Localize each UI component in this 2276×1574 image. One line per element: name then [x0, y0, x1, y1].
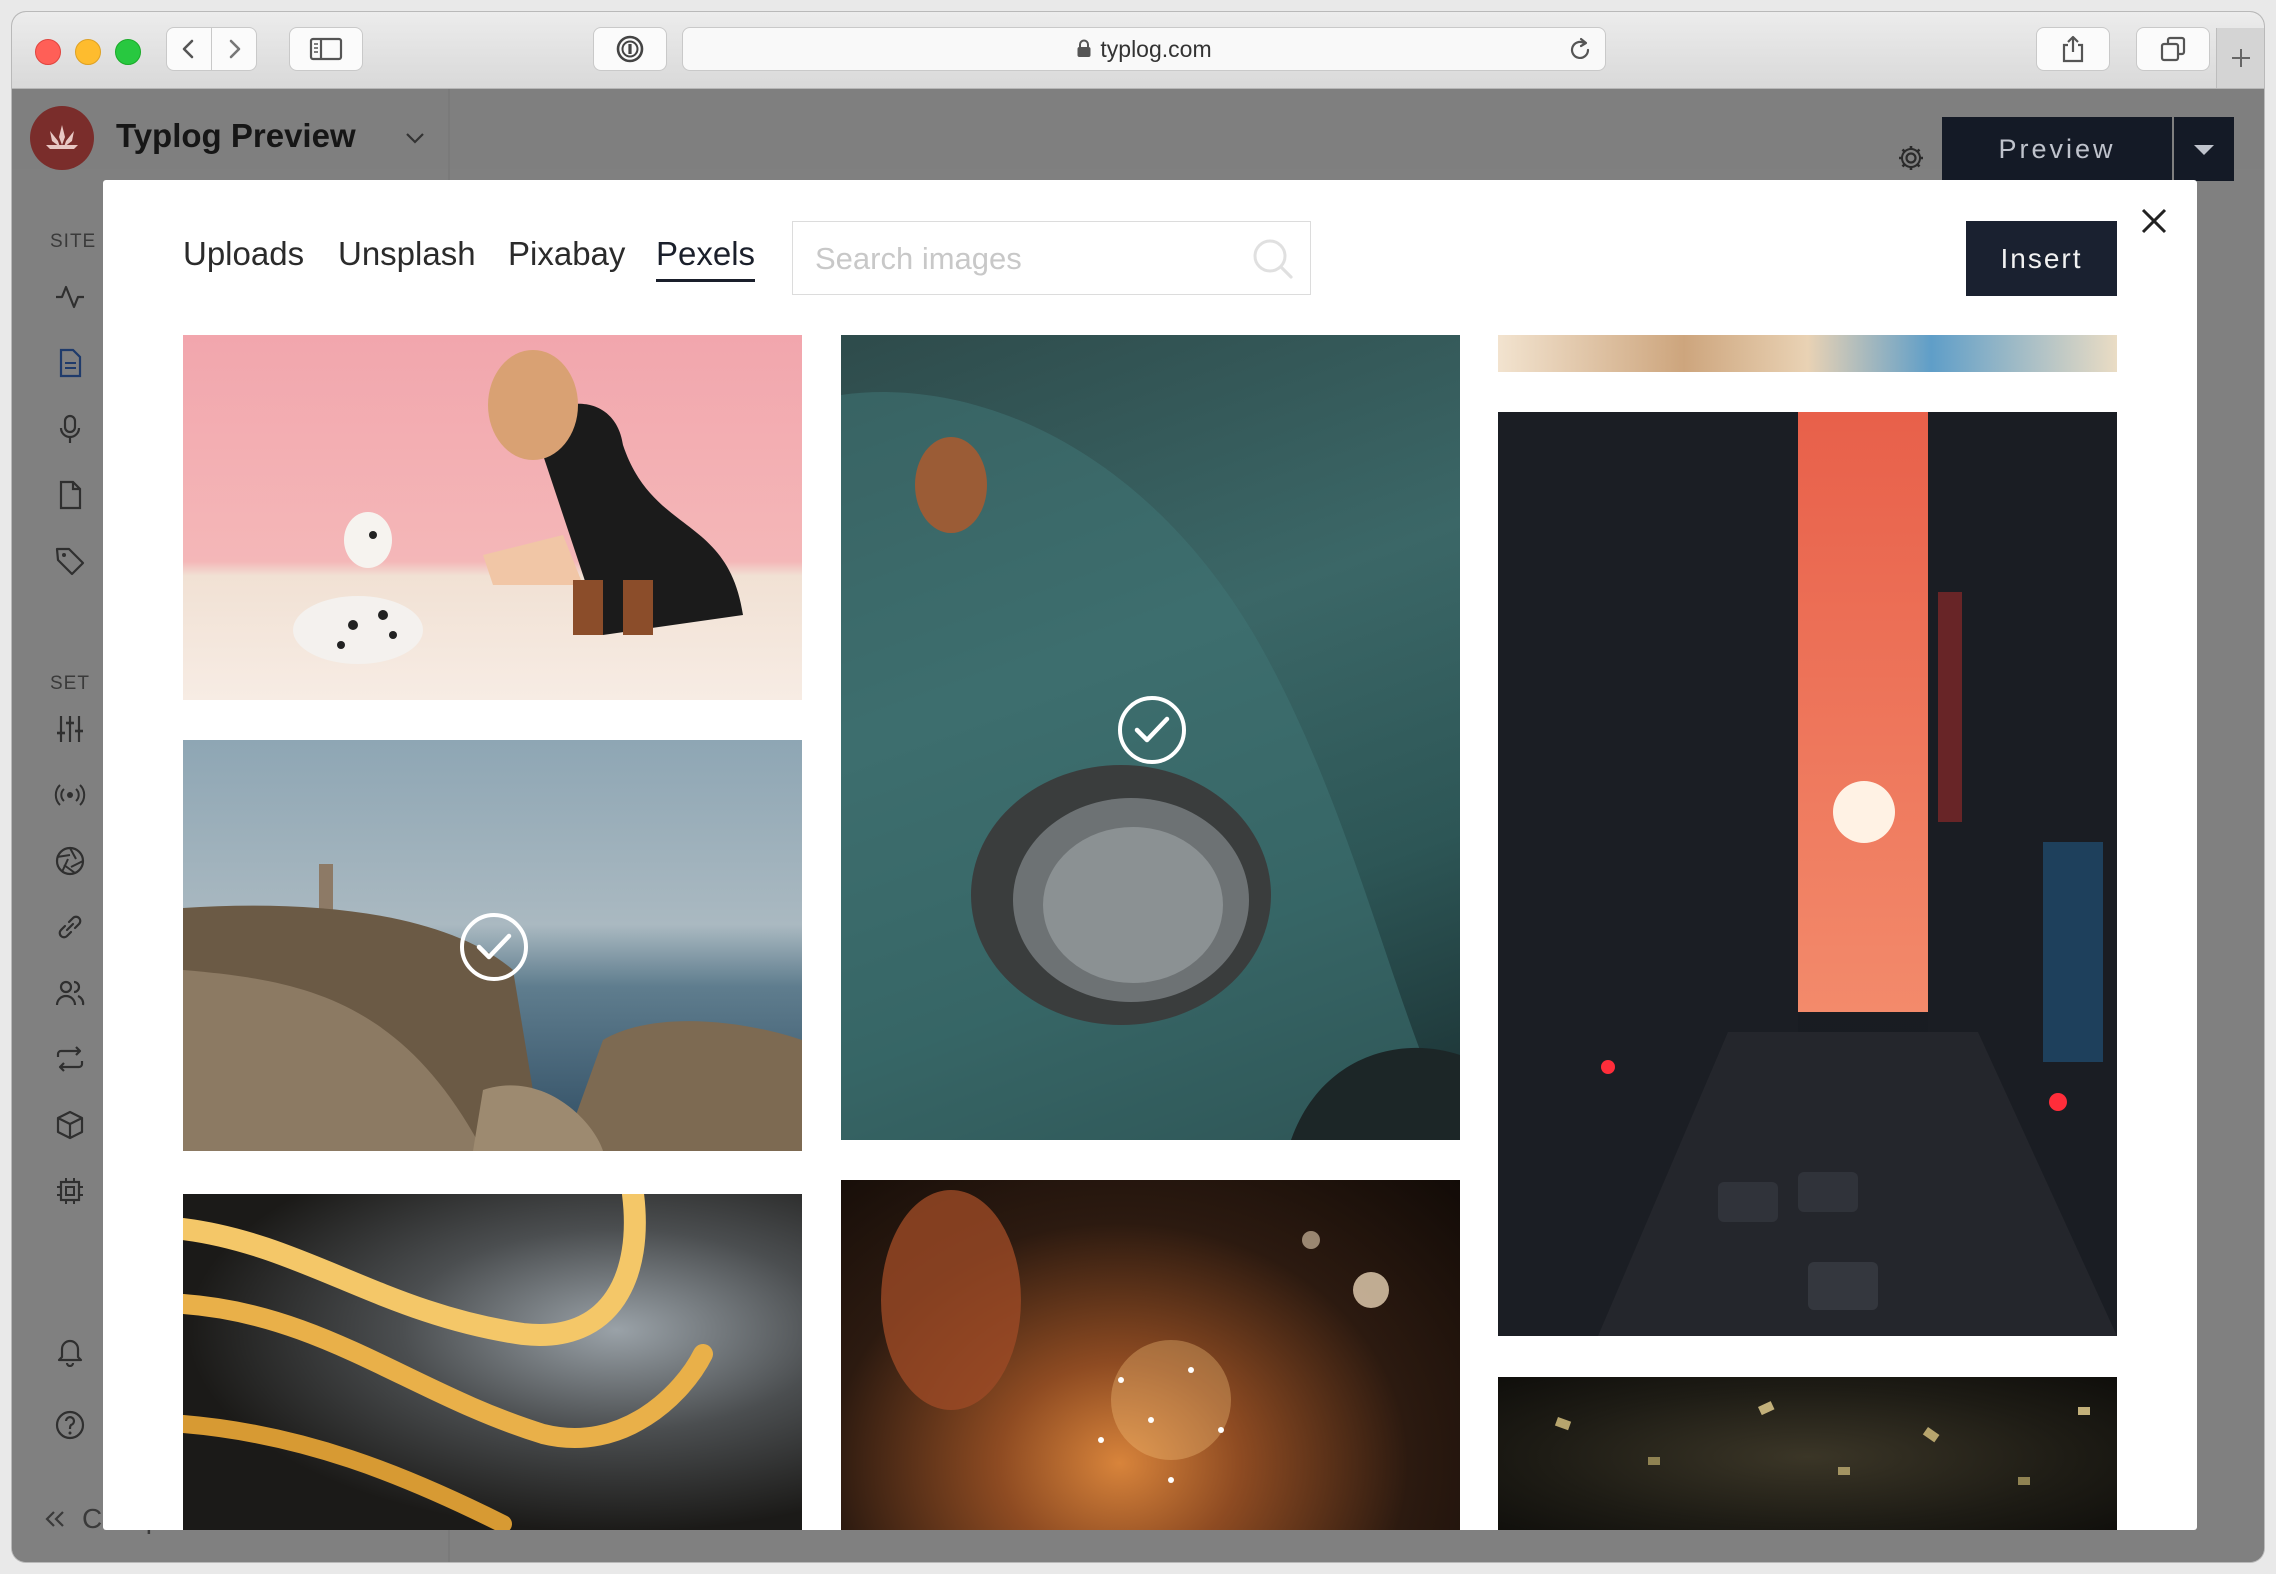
double-chevron-left-icon[interactable]: [42, 1509, 68, 1529]
box-icon[interactable]: [54, 1109, 86, 1141]
share-button[interactable]: [2036, 27, 2110, 71]
password-manager-icon: [616, 35, 644, 63]
image-cut-off-top[interactable]: [1498, 335, 2117, 372]
image-confetti[interactable]: [1498, 1377, 2117, 1530]
tab-pixabay[interactable]: Pixabay: [508, 235, 625, 273]
image-city-sunset-street[interactable]: [1498, 412, 2117, 1336]
close-icon[interactable]: [2139, 206, 2169, 236]
posts-icon[interactable]: [54, 347, 86, 379]
check-icon: [476, 933, 512, 960]
sliders-icon[interactable]: [54, 713, 86, 745]
sidebar-section-settings: SET: [50, 673, 90, 694]
light-streaks-illustration: [183, 1194, 713, 1530]
insert-button[interactable]: Insert: [1966, 221, 2117, 296]
confetti-illustration: [1554, 1401, 2090, 1485]
woman-dalmatian-illustration: [293, 350, 743, 664]
window-close-button[interactable]: [35, 39, 61, 65]
search-icon[interactable]: [1251, 237, 1295, 281]
tabs-overview-button[interactable]: [2136, 27, 2210, 71]
tab-pexels[interactable]: Pexels: [656, 235, 756, 282]
tabs-icon: [2160, 36, 2186, 62]
check-icon: [1134, 716, 1170, 743]
browser-toolbar: typlog.com: [12, 12, 2264, 89]
broadcast-icon[interactable]: [54, 779, 86, 811]
sparkler-illustration: [881, 1190, 1389, 1483]
window-minimize-button[interactable]: [75, 39, 101, 65]
help-icon[interactable]: [54, 1409, 86, 1441]
microphone-icon[interactable]: [54, 413, 86, 445]
password-manager-button[interactable]: [593, 27, 667, 71]
image-teal-car-headlight[interactable]: [841, 335, 1460, 1140]
chevron-left-icon: [182, 39, 194, 59]
sidebar-toggle-button[interactable]: [289, 27, 363, 71]
activity-icon[interactable]: [54, 281, 86, 313]
browser-window: typlog.com Typlog Preview SITE SET Previ…: [12, 12, 2264, 1562]
reload-icon[interactable]: [1567, 37, 1593, 63]
new-tab-button[interactable]: [2216, 28, 2264, 88]
tab-unsplash[interactable]: Unsplash: [338, 235, 476, 273]
image-lighthouse-coast[interactable]: [183, 740, 802, 1151]
search-input[interactable]: [813, 222, 1237, 296]
aperture-icon[interactable]: [54, 845, 86, 877]
lotus-logo-icon: [46, 125, 78, 149]
page-icon[interactable]: [54, 479, 86, 511]
search-box: [792, 221, 1311, 296]
repeat-icon[interactable]: [54, 1043, 86, 1075]
forward-button[interactable]: [211, 27, 257, 71]
image-light-streaks[interactable]: [183, 1194, 802, 1530]
back-button[interactable]: [166, 27, 212, 71]
link-icon[interactable]: [54, 911, 86, 943]
selected-check: [1118, 696, 1186, 764]
sidebar-section-site: SITE: [50, 231, 97, 252]
tag-icon[interactable]: [54, 545, 86, 577]
site-logo[interactable]: [30, 106, 94, 170]
bell-icon[interactable]: [54, 1335, 86, 1367]
image-picker-modal: Uploads Unsplash Pixabay Pexels Insert: [103, 180, 2197, 1530]
address-url: typlog.com: [683, 28, 1605, 70]
gear-icon[interactable]: [1896, 143, 1926, 173]
url-text: typlog.com: [1100, 36, 1212, 62]
caret-down-icon: [2194, 145, 2214, 155]
image-woman-with-dalmatian[interactable]: [183, 335, 802, 700]
share-icon: [2062, 35, 2084, 63]
plus-icon: [2232, 49, 2250, 67]
address-bar[interactable]: typlog.com: [682, 27, 1606, 71]
image-sparkler[interactable]: [841, 1180, 1460, 1530]
city-sunset-illustration: [1498, 412, 2117, 1336]
preview-dropdown-button[interactable]: [2174, 117, 2234, 181]
chevron-right-icon: [229, 39, 241, 59]
users-icon[interactable]: [54, 977, 86, 1009]
window-zoom-button[interactable]: [115, 39, 141, 65]
selected-check: [460, 913, 528, 981]
lock-icon: [1077, 39, 1091, 57]
sidebar-icon: [309, 37, 343, 61]
chevron-down-icon[interactable]: [404, 131, 426, 145]
site-title[interactable]: Typlog Preview: [116, 117, 356, 155]
preview-button[interactable]: Preview: [1942, 117, 2172, 181]
tab-uploads[interactable]: Uploads: [183, 235, 304, 273]
chip-icon[interactable]: [54, 1175, 86, 1207]
